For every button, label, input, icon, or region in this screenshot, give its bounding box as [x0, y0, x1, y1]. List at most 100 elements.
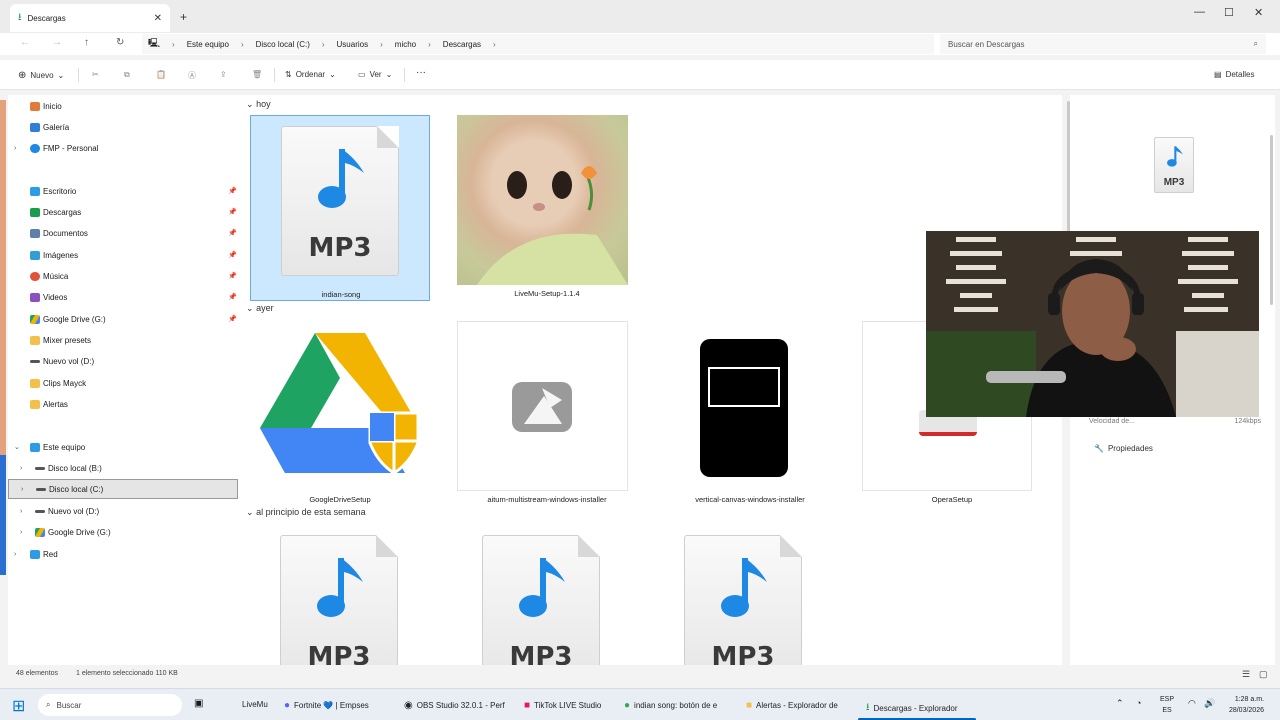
breadcrumb-descargas[interactable]: Descargas [443, 40, 481, 49]
chevron-down-icon[interactable]: ⌄ [14, 443, 20, 451]
address-bar[interactable]: 🖳 › Este equipo › Disco local (C:) › Usu… [142, 34, 934, 54]
chevron-up-icon[interactable]: ⌃ [1116, 698, 1124, 709]
chevron-right-icon: › [240, 39, 244, 49]
new-tab-button[interactable]: + [180, 10, 187, 24]
sidebar-item-musica[interactable]: Música 📌 [8, 266, 238, 286]
desktop-icon [30, 186, 40, 196]
sidebar-item-descargas[interactable]: Descargas 📌 [8, 202, 238, 222]
page-fold [377, 126, 399, 148]
breadcrumb-micho[interactable]: micho [395, 40, 416, 49]
back-icon[interactable]: ← [20, 37, 30, 48]
chevron-right-icon[interactable]: › [20, 508, 22, 515]
wifi-icon[interactable]: ◠ [1188, 698, 1196, 709]
taskbar-app-discord[interactable]: ● Fortnite 💙 | Empses [284, 700, 369, 711]
more-options-button[interactable]: ··· [416, 67, 426, 78]
file-mp3-1[interactable]: MP3 [250, 525, 430, 665]
cut-icon[interactable]: ✂ [92, 70, 99, 79]
network-icon[interactable]: ◔ [1136, 698, 1141, 708]
sidebar-item-disco-b[interactable]: › Disco local (B:) [8, 458, 238, 478]
taskbar-app-obs[interactable]: ◉ OBS Studio 32.0.1 - Perf [404, 700, 505, 711]
breadcrumb-usuarios[interactable]: Usuarios [337, 40, 369, 49]
chevron-down-icon: ⌄ [246, 507, 254, 517]
sidebar-item-onedrive[interactable]: › FMP - Personal [8, 138, 238, 158]
chevron-right-icon[interactable]: › [14, 551, 16, 558]
share-icon[interactable]: ⇪ [220, 70, 227, 79]
sidebar-item-imagenes[interactable]: Imágenes 📌 [8, 245, 238, 265]
taskbar-app-explorer-alertas[interactable]: ■ Alertas - Explorador de [746, 700, 838, 711]
close-window-button[interactable]: ✕ [1254, 6, 1263, 19]
tab-descargas[interactable]: ⭳ Descargas ✕ [10, 4, 170, 32]
file-indian-song[interactable]: MP3 indian-song [250, 115, 430, 301]
chevron-right-icon[interactable]: › [14, 145, 16, 152]
sidebar-item-galeria[interactable]: Galería [8, 117, 238, 137]
sidebar-item-nuevo-vol-d[interactable]: › Nuevo vol (D:) [8, 501, 238, 521]
search-input[interactable]: Buscar en Descargas ⌕ [940, 34, 1266, 54]
sidebar-item-alertas[interactable]: Alertas [8, 394, 238, 414]
tiles-view-icon[interactable]: ▢ [1259, 669, 1268, 680]
sidebar-item-este-equipo[interactable]: ⌄ Este equipo [8, 437, 238, 457]
task-view-icon[interactable]: ▣ [194, 698, 203, 709]
language-indicator[interactable]: ESP ES [1160, 694, 1174, 716]
file-google-drive-setup[interactable]: GoogleDriveSetup [250, 321, 430, 507]
paste-icon[interactable]: 📋 [156, 70, 166, 79]
taskbar-app-livemu[interactable]: LiveMu [242, 700, 268, 709]
sidebar-item-inicio[interactable]: Inicio [8, 96, 238, 116]
file-mp3-2[interactable]: MP3 [452, 525, 632, 665]
scrollbar[interactable] [1270, 135, 1273, 305]
file-livemu-setup[interactable]: LiveMu-Setup-1.1.4 [457, 115, 637, 301]
sidebar-item-mixer-presets[interactable]: Mixer presets [8, 330, 238, 350]
group-header-yesterday[interactable]: ⌄ ayer [246, 303, 274, 314]
taskbar-app-chrome[interactable]: ● indian song: botón de e [624, 700, 717, 711]
new-button[interactable]: ⊕ Nuevo ⌄ [18, 70, 64, 81]
sidebar-item-clips-mayck[interactable]: Clips Mayck [8, 373, 238, 393]
rename-icon[interactable]: Ⓐ [188, 70, 196, 81]
taskbar-search[interactable]: ⌕ Buscar [38, 694, 182, 716]
sidebar-item-documentos[interactable]: Documentos 📌 [8, 223, 238, 243]
breadcrumb-este-equipo[interactable]: Este equipo [187, 40, 229, 49]
view-button[interactable]: ▭ Ver ⌄ [358, 70, 392, 79]
sidebar-item-disco-c[interactable]: › Disco local (C:) [8, 479, 238, 499]
chevron-right-icon[interactable]: › [20, 465, 22, 472]
music-note-icon [519, 558, 565, 617]
sidebar-item-videos[interactable]: Videos 📌 [8, 287, 238, 307]
group-header-today[interactable]: ⌄ hoy [246, 99, 271, 110]
refresh-icon[interactable]: ↻ [116, 37, 124, 48]
taskbar-app-tiktok[interactable]: ■ TikTok LIVE Studio [524, 700, 601, 711]
sidebar-item-google-drive-g[interactable]: › Google Drive (G:) [8, 522, 238, 542]
mp3-label: MP3 [308, 233, 372, 263]
details-view-icon[interactable]: ☰ [1242, 669, 1250, 680]
view-label: Ver [369, 70, 382, 79]
system-clock[interactable]: 1:28 a.m. 28/03/2026 [1222, 694, 1264, 716]
chevron-right-icon[interactable]: › [21, 486, 23, 493]
search-icon: ⌕ [1253, 39, 1258, 48]
windows-start-icon[interactable]: ⊞ [12, 696, 25, 716]
file-name: OperaSetup [931, 495, 973, 504]
forward-icon[interactable]: → [52, 37, 62, 48]
taskbar-app-explorer-descargas[interactable]: ⭳ Descargas - Explorador [866, 700, 958, 717]
volume-icon[interactable]: 🔊 [1204, 698, 1215, 709]
group-header-this-week[interactable]: ⌄ al principio de esta semana [246, 507, 366, 518]
chevron-down-icon: ⌄ [57, 71, 65, 80]
file-vertical-canvas-installer[interactable]: vertical-canvas-windows-installer [660, 321, 840, 507]
sidebar-item-google-drive[interactable]: Google Drive (G:) 📌 [8, 309, 238, 329]
file-mp3-3[interactable]: MP3 [654, 525, 834, 665]
maximize-button[interactable]: ☐ [1224, 6, 1234, 19]
group-label: al principio de esta semana [256, 507, 366, 517]
taskbar-app-label: Alertas - Explorador de [756, 701, 838, 710]
delete-icon[interactable]: 🗑 [252, 70, 262, 79]
sidebar-item-escritorio[interactable]: Escritorio 📌 [8, 181, 238, 201]
minimize-button[interactable]: — [1194, 6, 1205, 18]
breadcrumb-disco-c[interactable]: Disco local (C:) [256, 40, 310, 49]
chevron-right-icon[interactable]: › [20, 529, 22, 536]
sort-button[interactable]: ⇅ Ordenar ⌄ [285, 70, 336, 79]
details-button[interactable]: ▤ Detalles [1214, 70, 1254, 79]
sidebar-item-nuevo-vol[interactable]: Nuevo vol (D:) [8, 351, 238, 371]
sidebar-item-red[interactable]: › Red [8, 544, 238, 564]
tab-close-button[interactable]: ✕ [154, 13, 162, 24]
up-icon[interactable]: ↑ [84, 37, 89, 48]
sidebar-item-label: Red [43, 549, 58, 559]
copy-icon[interactable]: ⧉ [124, 70, 130, 80]
file-aitum-installer[interactable]: aitum-multistream-windows-installer [457, 321, 637, 507]
properties-button[interactable]: 🔧 Propiedades [1094, 444, 1153, 453]
chevron-right-icon: › [380, 39, 383, 49]
